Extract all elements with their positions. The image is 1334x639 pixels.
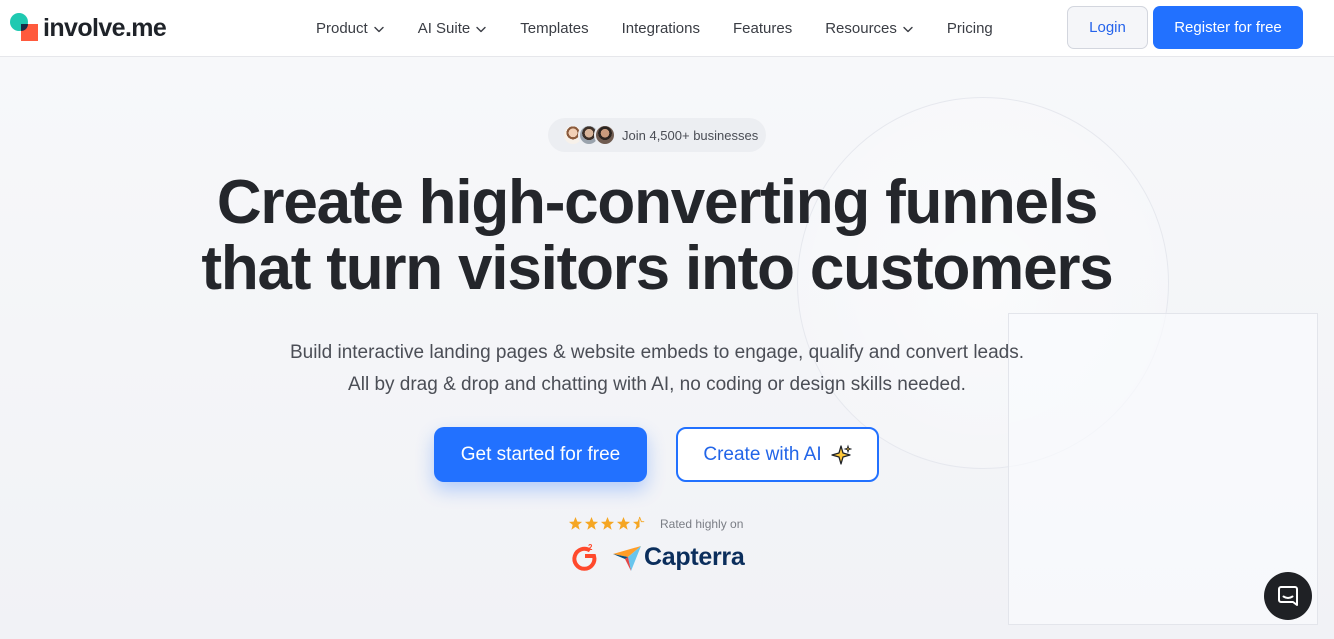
nav-item-label: Features xyxy=(733,20,793,37)
chat-bubble-icon xyxy=(1278,586,1298,606)
nav-item-label: Templates xyxy=(520,20,589,37)
subheadline-line: All by drag & drop and chatting with AI,… xyxy=(348,374,966,395)
star-full-icon xyxy=(568,516,583,530)
nav-item-pricing[interactable]: Pricing xyxy=(947,20,993,37)
nav-item-ai-suite[interactable]: AI Suite xyxy=(418,20,488,37)
brand-logo[interactable]: involve.me xyxy=(10,13,167,43)
svg-text:2: 2 xyxy=(588,543,593,552)
create-with-ai-label: Create with AI xyxy=(703,443,822,465)
rated-highly-text: Rated highly on xyxy=(660,517,744,531)
rating-stars xyxy=(568,516,648,531)
subheadline-line: Build interactive landing pages & websit… xyxy=(289,342,1025,363)
avatar xyxy=(594,124,616,146)
chat-launcher-button[interactable] xyxy=(1264,572,1312,620)
nav-item-resources[interactable]: Resources xyxy=(825,20,914,37)
logo-mark-icon xyxy=(10,13,40,43)
hero-subheadline: Build interactive landing pages & websit… xyxy=(0,337,1314,401)
get-started-button[interactable]: Get started for free xyxy=(434,427,647,482)
chevron-down-icon xyxy=(903,26,913,32)
nav-item-label: Integrations xyxy=(621,20,700,37)
nav-item-label: AI Suite xyxy=(417,20,471,37)
g2-logo-icon: 2 xyxy=(572,543,597,571)
star-full-icon xyxy=(584,516,599,530)
site-header: involve.me Product AI Suite Templates In… xyxy=(0,0,1334,57)
sparkle-icon xyxy=(830,443,852,465)
nav-item-templates[interactable]: Templates xyxy=(520,20,588,37)
nav-item-label: Resources xyxy=(825,20,897,37)
create-with-ai-button[interactable]: Create with AI xyxy=(676,427,879,482)
login-button[interactable]: Login xyxy=(1067,6,1148,49)
nav-item-product[interactable]: Product xyxy=(316,20,385,37)
main-nav: Product AI Suite Templates Integrations … xyxy=(316,0,1026,57)
headline-line: that turn visitors into customers xyxy=(201,234,1113,303)
brand-name: involve.me xyxy=(43,13,167,42)
capterra-logo: Capterra xyxy=(612,541,745,573)
register-button[interactable]: Register for free xyxy=(1153,6,1303,49)
headline-line: Create high-converting funnels xyxy=(216,168,1099,237)
nav-item-integrations[interactable]: Integrations xyxy=(622,20,700,37)
social-proof-text: Join 4,500+ businesses xyxy=(622,127,759,143)
capterra-arrow-icon xyxy=(613,546,641,571)
chevron-down-icon xyxy=(374,26,384,32)
hero-headline: Create high-converting funnels that turn… xyxy=(0,170,1314,302)
nav-item-label: Pricing xyxy=(946,20,993,37)
avatar-group xyxy=(562,124,616,146)
star-full-icon xyxy=(600,516,615,530)
chevron-down-icon xyxy=(476,26,486,32)
social-proof-badge: Join 4,500+ businesses xyxy=(548,118,766,152)
nav-item-label: Product xyxy=(316,20,368,37)
capterra-wordmark: Capterra xyxy=(644,542,745,571)
star-half-icon xyxy=(632,516,645,530)
star-full-icon xyxy=(616,516,631,530)
nav-item-features[interactable]: Features xyxy=(733,20,792,37)
